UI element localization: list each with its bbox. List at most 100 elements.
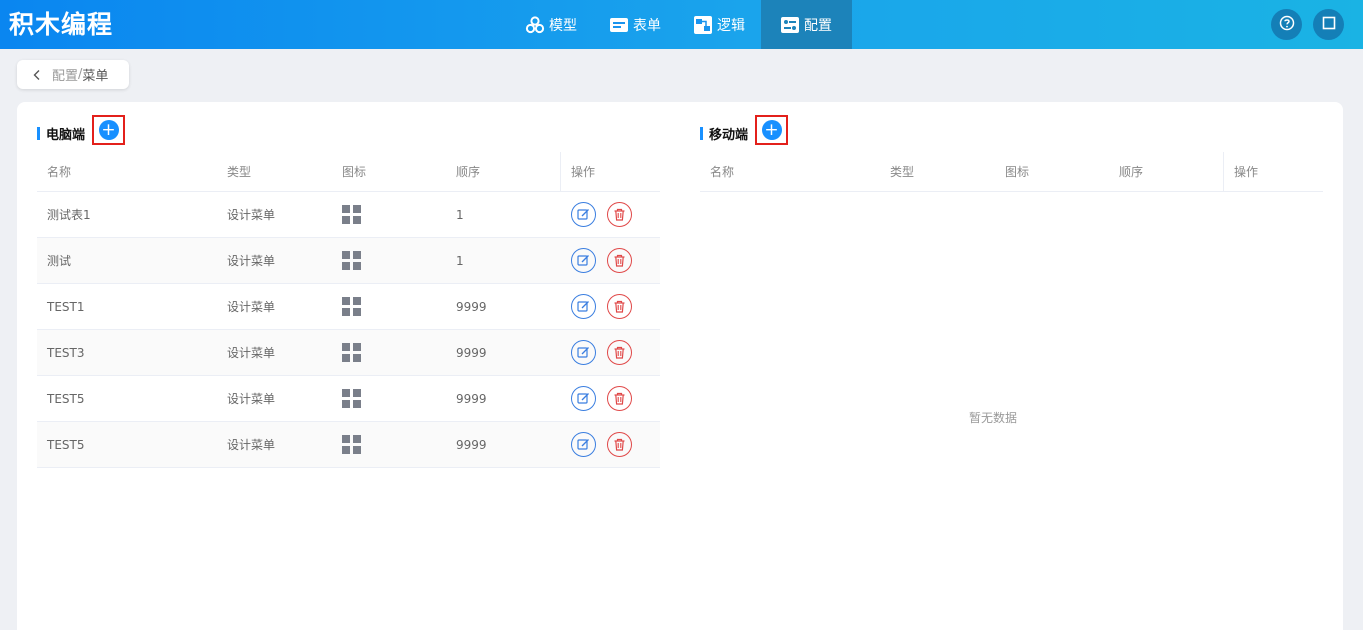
cell-type: 设计菜单 <box>227 392 276 406</box>
cell-icon <box>332 376 446 421</box>
cell-type: 设计菜单 <box>227 346 276 360</box>
column-header-icon: 图标 <box>342 165 367 179</box>
edit-icon <box>576 391 591 406</box>
cell-order: 9999 <box>456 299 487 314</box>
help-icon <box>1279 15 1295 35</box>
cell-order: 9999 <box>456 345 487 360</box>
table-row: TEST3 设计菜单 9999 <box>37 330 660 376</box>
breadcrumb-parent[interactable]: 配置 <box>52 65 78 84</box>
trash-icon <box>612 207 627 222</box>
cell-type: 设计菜单 <box>227 208 276 222</box>
trash-icon <box>612 253 627 268</box>
mobile-menu-table: 名称 类型 图标 顺序 操作 <box>700 151 1323 192</box>
cell-order: 1 <box>456 207 464 222</box>
cell-name: TEST1 <box>47 299 85 314</box>
cell-name: TEST5 <box>47 437 85 452</box>
cell-actions <box>560 422 660 467</box>
delete-button[interactable] <box>607 294 632 319</box>
cell-name: TEST3 <box>47 345 85 360</box>
form-icon <box>609 15 629 35</box>
cell-icon <box>332 192 446 237</box>
delete-button[interactable] <box>607 202 632 227</box>
section-title-text: 移动端 <box>709 128 749 143</box>
main-nav: 模型 表单 逻辑 配置 <box>509 0 852 49</box>
cell-actions <box>560 284 660 329</box>
cell-icon <box>332 422 446 467</box>
cell-order: 9999 <box>456 437 487 452</box>
trash-icon <box>612 299 627 314</box>
grid-icon <box>342 205 361 224</box>
cell-actions <box>560 330 660 375</box>
trash-icon <box>612 437 627 452</box>
table-header: 名称 类型 图标 顺序 操作 <box>700 151 1323 192</box>
nav-label: 表单 <box>633 17 661 34</box>
add-desktop-menu-button[interactable]: + <box>92 115 125 145</box>
section-title-mobile: 移动端 <box>700 124 748 143</box>
cell-type: 设计菜单 <box>227 254 276 268</box>
section-title-desktop: 电脑端 <box>37 124 85 143</box>
cubes-icon <box>525 15 545 35</box>
nav-label: 逻辑 <box>717 17 745 34</box>
edit-button[interactable] <box>571 202 596 227</box>
trash-icon <box>612 345 627 360</box>
column-header-actions: 操作 <box>1223 151 1323 192</box>
help-button[interactable] <box>1271 9 1302 40</box>
column-header-name: 名称 <box>47 165 72 179</box>
nav-item-config[interactable]: 配置 <box>761 0 852 49</box>
column-header-order: 顺序 <box>1119 165 1144 179</box>
edit-button[interactable] <box>571 340 596 365</box>
desktop-menu-table: 名称 类型 图标 顺序 操作 测试表1 设计菜单 1 测试 设计菜单 1 TEST1 设计菜单… <box>37 151 660 468</box>
edit-button[interactable] <box>571 432 596 457</box>
grid-icon <box>342 297 361 316</box>
title-accent-bar <box>37 127 40 140</box>
edit-button[interactable] <box>571 248 596 273</box>
column-header-order: 顺序 <box>456 165 481 179</box>
chevron-left-icon[interactable] <box>31 69 43 81</box>
config-icon <box>780 15 800 35</box>
cell-name: 测试 <box>47 254 72 268</box>
cell-name: TEST5 <box>47 391 85 406</box>
column-header-name: 名称 <box>710 165 735 179</box>
table-row: TEST5 设计菜单 9999 <box>37 376 660 422</box>
cell-actions <box>560 238 660 283</box>
grid-icon <box>342 389 361 408</box>
breadcrumb[interactable]: 配置 / 菜单 <box>17 60 129 89</box>
grid-icon <box>342 435 361 454</box>
section-title-text: 电脑端 <box>46 128 86 143</box>
breadcrumb-current: 菜单 <box>82 69 109 84</box>
nav-item-form[interactable]: 表单 <box>593 0 677 49</box>
nav-label: 配置 <box>804 17 832 34</box>
grid-icon <box>342 251 361 270</box>
empty-state-text: 暂无数据 <box>969 411 1018 425</box>
cell-icon <box>332 330 446 375</box>
delete-button[interactable] <box>607 340 632 365</box>
plus-icon: + <box>761 120 782 140</box>
title-accent-bar <box>700 127 703 140</box>
top-header: 积木编程 模型 表单 逻辑 配置 <box>0 0 1363 49</box>
app-logo: 积木编程 <box>9 10 114 39</box>
cell-name: 测试表1 <box>47 208 91 222</box>
edit-button[interactable] <box>571 294 596 319</box>
logic-icon <box>693 15 713 35</box>
add-mobile-menu-button[interactable]: + <box>755 115 788 145</box>
plus-icon: + <box>98 120 119 140</box>
nav-item-logic[interactable]: 逻辑 <box>677 0 761 49</box>
delete-button[interactable] <box>607 432 632 457</box>
nav-label: 模型 <box>549 17 577 34</box>
cell-icon <box>332 238 446 283</box>
cell-actions <box>560 192 660 237</box>
cell-order: 1 <box>456 253 464 268</box>
grid-icon <box>342 343 361 362</box>
table-body: 测试表1 设计菜单 1 测试 设计菜单 1 TEST1 设计菜单 9999 TEST3 设计菜单 99… <box>37 192 660 468</box>
edit-icon <box>576 437 591 452</box>
column-header-actions: 操作 <box>560 151 660 192</box>
delete-button[interactable] <box>607 248 632 273</box>
table-row: TEST5 设计菜单 9999 <box>37 422 660 468</box>
fullscreen-icon <box>1322 16 1336 34</box>
edit-button[interactable] <box>571 386 596 411</box>
delete-button[interactable] <box>607 386 632 411</box>
fullscreen-button[interactable] <box>1313 9 1344 40</box>
cell-type: 设计菜单 <box>227 438 276 452</box>
nav-item-model[interactable]: 模型 <box>509 0 593 49</box>
cell-actions <box>560 376 660 421</box>
